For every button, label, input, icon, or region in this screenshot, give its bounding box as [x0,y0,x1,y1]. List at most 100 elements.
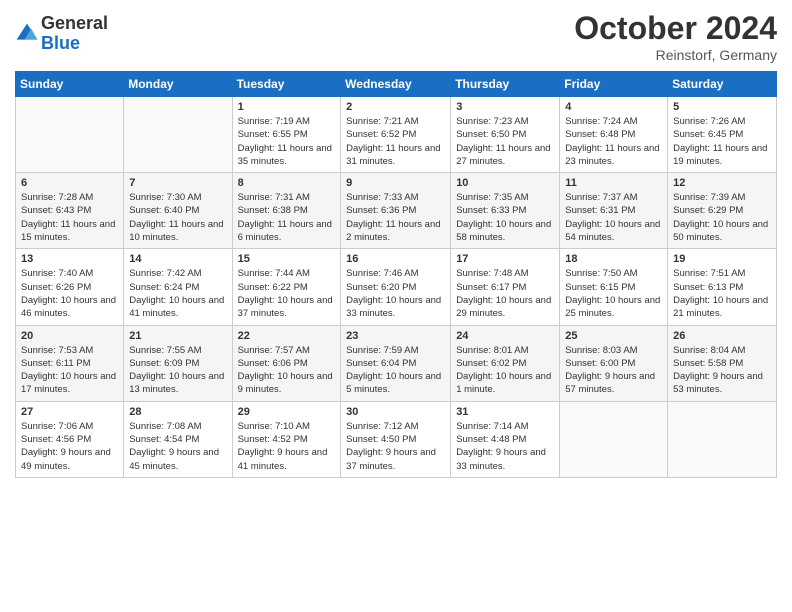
day-number: 19 [673,253,771,265]
day-content: Sunrise: 7:24 AM Sunset: 6:48 PM Dayligh… [565,115,662,168]
calendar-cell: 5 Sunrise: 7:26 AM Sunset: 6:45 PM Daylig… [668,97,777,173]
day-number: 8 [238,177,336,189]
calendar-cell: 8Sunrise: 7:31 AM Sunset: 6:38 PM Daylig… [232,173,341,249]
calendar-cell: 17 Sunrise: 7:48 AM Sunset: 6:17 PM Dayli… [451,249,560,325]
calendar-cell: 25Sunrise: 8:03 AM Sunset: 6:00 PM Dayli… [560,325,668,401]
calendar-cell: 6Sunrise: 7:28 AM Sunset: 6:43 PM Daylig… [16,173,124,249]
day-number: 4 [565,101,662,113]
day-content: Sunrise: 7:35 AM Sunset: 6:33 PM Dayligh… [456,191,554,244]
calendar-cell: 9 Sunrise: 7:33 AM Sunset: 6:36 PM Daylig… [341,173,451,249]
calendar-week-2: 13 Sunrise: 7:40 AM Sunset: 6:26 PM Dayli… [16,249,777,325]
calendar-cell: 20 Sunrise: 7:53 AM Sunset: 6:11 PM Dayli… [16,325,124,401]
day-content: Sunrise: 7:48 AM Sunset: 6:17 PM Dayligh… [456,267,554,320]
calendar-cell: 3 Sunrise: 7:23 AM Sunset: 6:50 PM Daylig… [451,97,560,173]
day-number: 23 [346,330,445,342]
location-subtitle: Reinstorf, Germany [574,47,777,63]
calendar-cell: 2 Sunrise: 7:21 AM Sunset: 6:52 PM Daylig… [341,97,451,173]
calendar-cell: 13 Sunrise: 7:40 AM Sunset: 6:26 PM Dayli… [16,249,124,325]
calendar-cell: 10 Sunrise: 7:35 AM Sunset: 6:33 PM Dayli… [451,173,560,249]
day-content: Sunrise: 7:12 AM Sunset: 4:50 PM Dayligh… [346,420,445,473]
calendar-cell [560,401,668,477]
calendar-cell: 22 Sunrise: 7:57 AM Sunset: 6:06 PM Dayli… [232,325,341,401]
calendar-cell [16,97,124,173]
calendar-cell: 19Sunrise: 7:51 AM Sunset: 6:13 PM Dayli… [668,249,777,325]
day-number: 12 [673,177,771,189]
col-tuesday: Tuesday [232,72,341,97]
calendar-table: Sunday Monday Tuesday Wednesday Thursday… [15,71,777,478]
logo: General Blue [15,14,108,54]
calendar-cell: 29Sunrise: 7:10 AM Sunset: 4:52 PM Dayli… [232,401,341,477]
day-content: Sunrise: 7:14 AM Sunset: 4:48 PM Dayligh… [456,420,554,473]
day-content: Sunrise: 7:06 AM Sunset: 4:56 PM Dayligh… [21,420,118,473]
day-content: Sunrise: 7:21 AM Sunset: 6:52 PM Dayligh… [346,115,445,168]
month-title: October 2024 [574,10,777,47]
day-content: Sunrise: 7:26 AM Sunset: 6:45 PM Dayligh… [673,115,771,168]
calendar-cell: 16Sunrise: 7:46 AM Sunset: 6:20 PM Dayli… [341,249,451,325]
day-content: Sunrise: 7:55 AM Sunset: 6:09 PM Dayligh… [129,344,226,397]
calendar-cell: 24 Sunrise: 8:01 AM Sunset: 6:02 PM Dayli… [451,325,560,401]
col-sunday: Sunday [16,72,124,97]
day-content: Sunrise: 7:46 AM Sunset: 6:20 PM Dayligh… [346,267,445,320]
day-number: 13 [21,253,118,265]
calendar-cell [668,401,777,477]
day-content: Sunrise: 7:08 AM Sunset: 4:54 PM Dayligh… [129,420,226,473]
calendar-cell: 11 Sunrise: 7:37 AM Sunset: 6:31 PM Dayli… [560,173,668,249]
page: General Blue October 2024 Reinstorf, Ger… [0,0,792,612]
day-number: 11 [565,177,662,189]
calendar-cell: 30 Sunrise: 7:12 AM Sunset: 4:50 PM Dayli… [341,401,451,477]
calendar-header-row: Sunday Monday Tuesday Wednesday Thursday… [16,72,777,97]
col-wednesday: Wednesday [341,72,451,97]
calendar-cell: 26 Sunrise: 8:04 AM Sunset: 5:58 PM Dayli… [668,325,777,401]
calendar-cell: 31Sunrise: 7:14 AM Sunset: 4:48 PM Dayli… [451,401,560,477]
day-number: 14 [129,253,226,265]
day-content: Sunrise: 7:40 AM Sunset: 6:26 PM Dayligh… [21,267,118,320]
day-content: Sunrise: 7:53 AM Sunset: 6:11 PM Dayligh… [21,344,118,397]
day-number: 25 [565,330,662,342]
calendar-cell: 4 Sunrise: 7:24 AM Sunset: 6:48 PM Daylig… [560,97,668,173]
calendar-cell: 28Sunrise: 7:08 AM Sunset: 4:54 PM Dayli… [124,401,232,477]
day-number: 22 [238,330,336,342]
day-number: 20 [21,330,118,342]
day-number: 26 [673,330,771,342]
day-number: 5 [673,101,771,113]
day-number: 30 [346,406,445,418]
calendar-week-4: 27 Sunrise: 7:06 AM Sunset: 4:56 PM Dayli… [16,401,777,477]
day-number: 27 [21,406,118,418]
day-content: Sunrise: 7:59 AM Sunset: 6:04 PM Dayligh… [346,344,445,397]
calendar-cell [124,97,232,173]
col-friday: Friday [560,72,668,97]
calendar-cell: 18 Sunrise: 7:50 AM Sunset: 6:15 PM Dayli… [560,249,668,325]
calendar-cell: 14Sunrise: 7:42 AM Sunset: 6:24 PM Dayli… [124,249,232,325]
day-number: 15 [238,253,336,265]
day-number: 10 [456,177,554,189]
calendar-cell: 7 Sunrise: 7:30 AM Sunset: 6:40 PM Daylig… [124,173,232,249]
day-number: 2 [346,101,445,113]
day-content: Sunrise: 8:04 AM Sunset: 5:58 PM Dayligh… [673,344,771,397]
logo-icon [15,22,39,46]
calendar-cell: 12Sunrise: 7:39 AM Sunset: 6:29 PM Dayli… [668,173,777,249]
day-number: 24 [456,330,554,342]
col-saturday: Saturday [668,72,777,97]
day-number: 18 [565,253,662,265]
day-content: Sunrise: 7:19 AM Sunset: 6:55 PM Dayligh… [238,115,336,168]
day-content: Sunrise: 7:50 AM Sunset: 6:15 PM Dayligh… [565,267,662,320]
day-content: Sunrise: 7:44 AM Sunset: 6:22 PM Dayligh… [238,267,336,320]
day-content: Sunrise: 7:10 AM Sunset: 4:52 PM Dayligh… [238,420,336,473]
day-content: Sunrise: 7:23 AM Sunset: 6:50 PM Dayligh… [456,115,554,168]
calendar-cell: 21 Sunrise: 7:55 AM Sunset: 6:09 PM Dayli… [124,325,232,401]
day-content: Sunrise: 7:28 AM Sunset: 6:43 PM Dayligh… [21,191,118,244]
day-number: 21 [129,330,226,342]
day-number: 3 [456,101,554,113]
day-number: 9 [346,177,445,189]
day-content: Sunrise: 7:37 AM Sunset: 6:31 PM Dayligh… [565,191,662,244]
day-number: 7 [129,177,226,189]
day-content: Sunrise: 8:01 AM Sunset: 6:02 PM Dayligh… [456,344,554,397]
day-number: 17 [456,253,554,265]
logo-blue: Blue [41,34,108,54]
calendar-week-0: 1Sunrise: 7:19 AM Sunset: 6:55 PM Daylig… [16,97,777,173]
day-content: Sunrise: 7:57 AM Sunset: 6:06 PM Dayligh… [238,344,336,397]
logo-general: General [41,14,108,34]
day-content: Sunrise: 7:30 AM Sunset: 6:40 PM Dayligh… [129,191,226,244]
day-content: Sunrise: 7:33 AM Sunset: 6:36 PM Dayligh… [346,191,445,244]
col-monday: Monday [124,72,232,97]
